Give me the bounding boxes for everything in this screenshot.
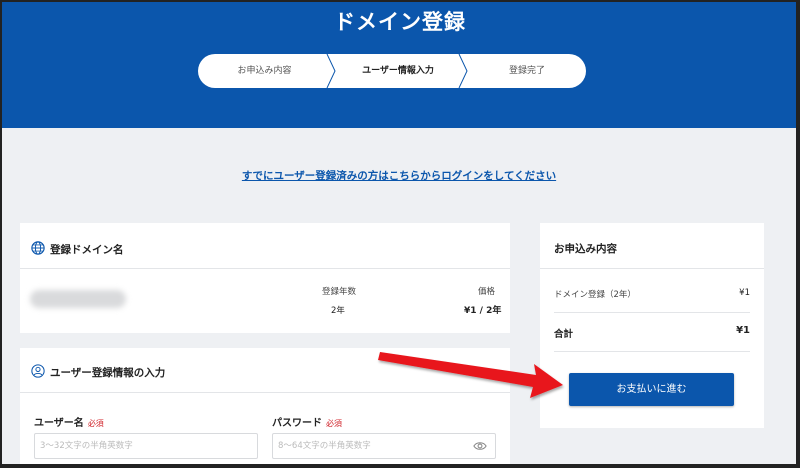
username-placeholder: 3～32文字の半角英数字	[40, 441, 133, 451]
password-placeholder: 8～64文字の半角英数字	[278, 441, 371, 451]
step-order-details: お申込み内容	[237, 66, 292, 76]
eye-icon[interactable]	[473, 440, 487, 452]
divider	[20, 268, 510, 269]
domain-section-title: 登録ドメイン名	[50, 244, 124, 256]
required-badge: 必須	[326, 419, 342, 428]
user-icon	[31, 364, 45, 378]
summary-title: お申込み内容	[554, 243, 617, 255]
username-input[interactable]: 3～32文字の半角英数字	[34, 433, 258, 459]
step-complete: 登録完了	[508, 66, 545, 76]
user-section-title: ユーザー登録情報の入力	[50, 367, 166, 379]
years-value: 2年	[331, 306, 345, 316]
divider	[554, 351, 750, 352]
total-price: ¥1	[736, 325, 750, 336]
redacted-domain-name	[30, 290, 126, 308]
price-column-label: 価格	[478, 287, 496, 297]
divider	[554, 312, 750, 313]
login-link[interactable]: すでにユーザー登録済みの方はこちらからログインをしてください	[2, 168, 796, 183]
globe-icon	[31, 241, 45, 255]
divider	[540, 268, 764, 269]
summary-item-price: ¥1	[739, 288, 750, 298]
username-label: ユーザー名 必須	[34, 418, 104, 429]
step-user-info: ユーザー情報入力	[362, 66, 434, 76]
step-separator-chevron	[326, 54, 336, 88]
years-column-label: 登録年数	[322, 287, 357, 297]
proceed-to-payment-button[interactable]: お支払いに進む	[569, 373, 734, 406]
total-label: 合計	[554, 329, 574, 340]
password-input[interactable]: 8～64文字の半角英数字	[272, 433, 496, 459]
price-value: ¥1 / 2年	[464, 306, 502, 316]
page-header: ドメイン登録 お申込み内容 ユーザー情報入力 登録完了	[2, 2, 796, 128]
domain-card: 登録ドメイン名 登録年数 価格 2年 ¥1 / 2年	[20, 223, 510, 333]
password-label: パスワード 必須	[272, 418, 342, 429]
page-title: ドメイン登録	[334, 10, 466, 34]
required-badge: 必須	[87, 419, 104, 428]
user-info-card: ユーザー登録情報の入力 ユーザー名 必須 3～32文字の半角英数字 パスワード 必須…	[20, 348, 510, 464]
step-separator-chevron	[458, 54, 468, 88]
progress-stepper: お申込み内容 ユーザー情報入力 登録完了	[198, 54, 586, 88]
browser-frame: ドメイン登録 お申込み内容 ユーザー情報入力 登録完了 すでにユーザー登録済みの…	[0, 0, 800, 468]
divider	[20, 392, 510, 393]
summary-item-label: ドメイン登録（2年）	[554, 290, 636, 300]
